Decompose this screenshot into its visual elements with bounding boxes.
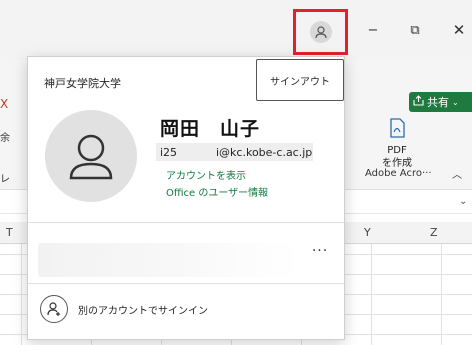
add-account-button[interactable]: 別のアカウントでサインイン [40,295,208,323]
share-label: 共有 [427,96,449,109]
ribbon-fragment-1: X [0,97,9,111]
divider [28,222,344,223]
account-popup: 神戸女学院大学 サインアウト 岡田 山子 i25 i@kc.kobe-c.ac.… [27,56,345,340]
add-account-label: 別のアカウントでサインイン [78,305,208,317]
chevron-down-icon: ⌄ [452,97,459,107]
signout-button[interactable]: サインアウト [256,59,344,101]
share-icon [413,95,424,109]
ribbon-fragment-2: 余 [0,133,10,144]
ribbon-fragment-3: レ [0,174,10,185]
create-pdf-button[interactable]: PDF を作成 [370,117,424,169]
column-header-t[interactable]: T [6,226,13,239]
user-name: 岡田 山子 [160,118,261,140]
account-button[interactable] [293,9,348,55]
column-header-y[interactable]: Y [364,226,371,239]
pdf-icon [386,117,408,142]
close-button[interactable]: ✕ [444,20,472,40]
expand-formula-icon[interactable]: ⌄ [459,196,467,207]
add-person-icon [40,295,68,323]
user-email: i@kc.kobe-c.ac.jp [216,145,313,159]
organization-name: 神戸女学院大学 [44,77,121,90]
pdf-label-line1: PDF [387,145,407,156]
restore-button[interactable]: ⧉ [400,20,430,40]
avatar [45,110,137,202]
person-icon [309,21,332,43]
divider [28,283,344,284]
adobe-acrobat-group-label: Adobe Acro··· [365,168,432,179]
user-id-row: i25 i@kc.kobe-c.ac.jp [156,143,313,161]
user-id-prefix: i25 [160,145,178,159]
more-options-button[interactable]: ··· [309,242,331,260]
person-icon [69,134,113,180]
column-header-z[interactable]: Z [430,226,438,239]
minimize-button[interactable]: − [358,20,388,40]
office-user-info-link[interactable]: Office のユーザー情報 [166,184,268,199]
collapse-ribbon-icon[interactable]: ︿ [452,166,462,181]
other-account-entry[interactable] [38,243,300,277]
share-button[interactable]: 共有 ⌄ [409,92,472,112]
view-account-link[interactable]: アカウントを表示 [166,167,246,182]
